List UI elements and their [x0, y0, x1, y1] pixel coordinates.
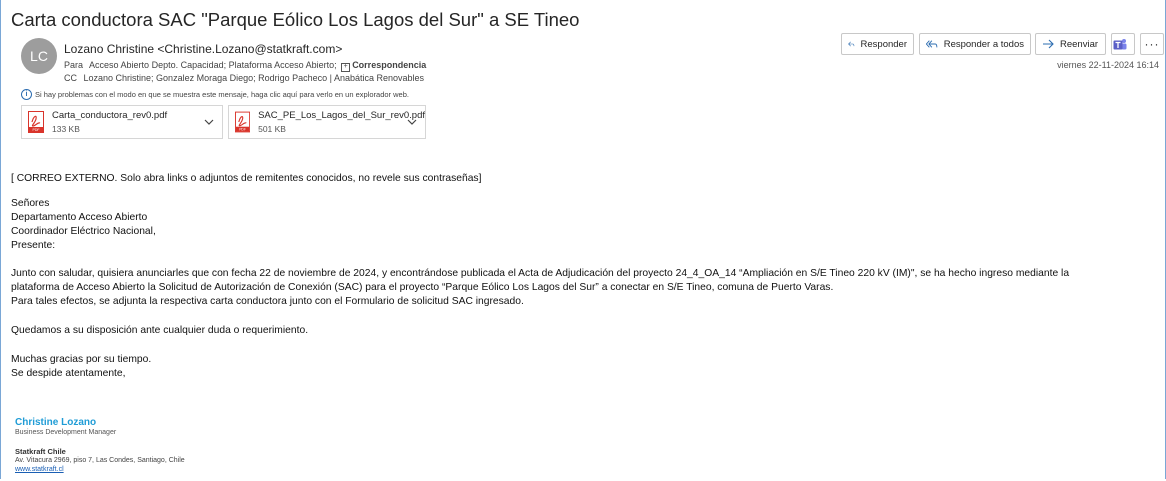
attachment-1[interactable]: PDF Carta_conductora_rev0.pdf 133 KB	[21, 105, 223, 139]
attachment-size: 501 KB	[258, 124, 286, 134]
cc-recipients: CC Lozano Christine; Gonzalez Moraga Die…	[64, 73, 424, 83]
sender[interactable]: Lozano Christine <Christine.Lozano@statk…	[64, 42, 342, 56]
attachment-name: Carta_conductora_rev0.pdf	[52, 110, 168, 121]
attachment-name: SAC_PE_Los_Lagos_del_Sur_rev0.pdf	[258, 110, 425, 121]
body-line: Quedamos a su disposición ante cualquier…	[11, 325, 309, 336]
greeting-line: Departamento Acceso Abierto	[11, 212, 148, 223]
to-label: Para	[64, 60, 84, 70]
email-reading-pane: Carta conductora SAC "Parque Eólico Los …	[0, 0, 1166, 479]
reply-icon	[848, 41, 855, 47]
forward-button[interactable]: Reenviar	[1035, 33, 1106, 55]
avatar[interactable]: LC	[21, 38, 57, 74]
info-bar[interactable]: i Si hay problemas con el modo en que se…	[21, 89, 409, 100]
forward-label: Reenviar	[1060, 38, 1099, 50]
pdf-icon: PDF	[28, 111, 44, 133]
info-icon: i	[21, 89, 32, 100]
to-group[interactable]: Correspondencia	[352, 60, 426, 70]
body-line: Junto con saludar, quisiera anunciarles …	[11, 268, 1070, 279]
greeting-line: Presente:	[11, 240, 56, 251]
signature-website-link[interactable]: www.statkraft.cl	[15, 466, 64, 473]
attachment-2[interactable]: PDF SAC_PE_Los_Lagos_del_Sur_rev0.pdf 50…	[228, 105, 426, 139]
cc-label: CC	[64, 73, 77, 83]
body-line: Para tales efectos, se adjunta la respec…	[11, 296, 524, 307]
forward-icon	[1043, 39, 1054, 49]
teams-icon	[1113, 38, 1127, 49]
signature-company: Statkraft Chile	[15, 447, 66, 456]
greeting-line: Señores	[11, 198, 50, 209]
to-recipients: Para Acceso Abierto Depto. Capacidad; Pl…	[64, 60, 426, 72]
teams-button[interactable]	[1111, 33, 1135, 55]
svg-text:PDF: PDF	[239, 127, 246, 131]
reply-label: Responder	[860, 38, 907, 50]
email-subject: Carta conductora SAC "Parque Eólico Los …	[11, 9, 580, 30]
closing-line: Se despide atentamente,	[11, 368, 126, 379]
cc-list[interactable]: Lozano Christine; Gonzalez Moraga Diego;…	[84, 73, 425, 83]
signature-address: Av. Vitacura 2969, piso 7, Las Condes, S…	[15, 457, 185, 464]
more-options-button[interactable]: ···	[1140, 33, 1164, 55]
greeting-line: Coordinador Eléctrico Nacional,	[11, 226, 156, 237]
pdf-icon: PDF	[235, 111, 251, 133]
closing-line: Muchas gracias por su tiempo.	[11, 354, 152, 365]
reply-button[interactable]: Responder	[841, 33, 914, 55]
attachment-size: 133 KB	[52, 124, 80, 134]
reply-all-label: Responder a todos	[943, 38, 1024, 50]
chevron-down-icon[interactable]	[407, 118, 417, 126]
email-date: viernes 22-11-2024 16:14	[1057, 60, 1159, 70]
signature-role: Business Development Manager	[15, 429, 117, 436]
reply-all-button[interactable]: Responder a todos	[919, 33, 1031, 55]
signature-name: Christine Lozano	[15, 417, 97, 428]
body-line: plataforma de Acceso Abierto la Solicitu…	[11, 282, 834, 293]
external-notice: [ CORREO EXTERNO. Solo abra links o adju…	[11, 173, 482, 184]
group-expand-icon[interactable]: +	[341, 63, 351, 72]
to-list[interactable]: Acceso Abierto Depto. Capacidad; Platafo…	[89, 60, 337, 70]
reply-all-icon	[926, 40, 938, 48]
info-text[interactable]: Si hay problemas con el modo en que se m…	[35, 90, 409, 99]
chevron-down-icon[interactable]	[204, 118, 214, 126]
svg-text:PDF: PDF	[33, 128, 40, 132]
